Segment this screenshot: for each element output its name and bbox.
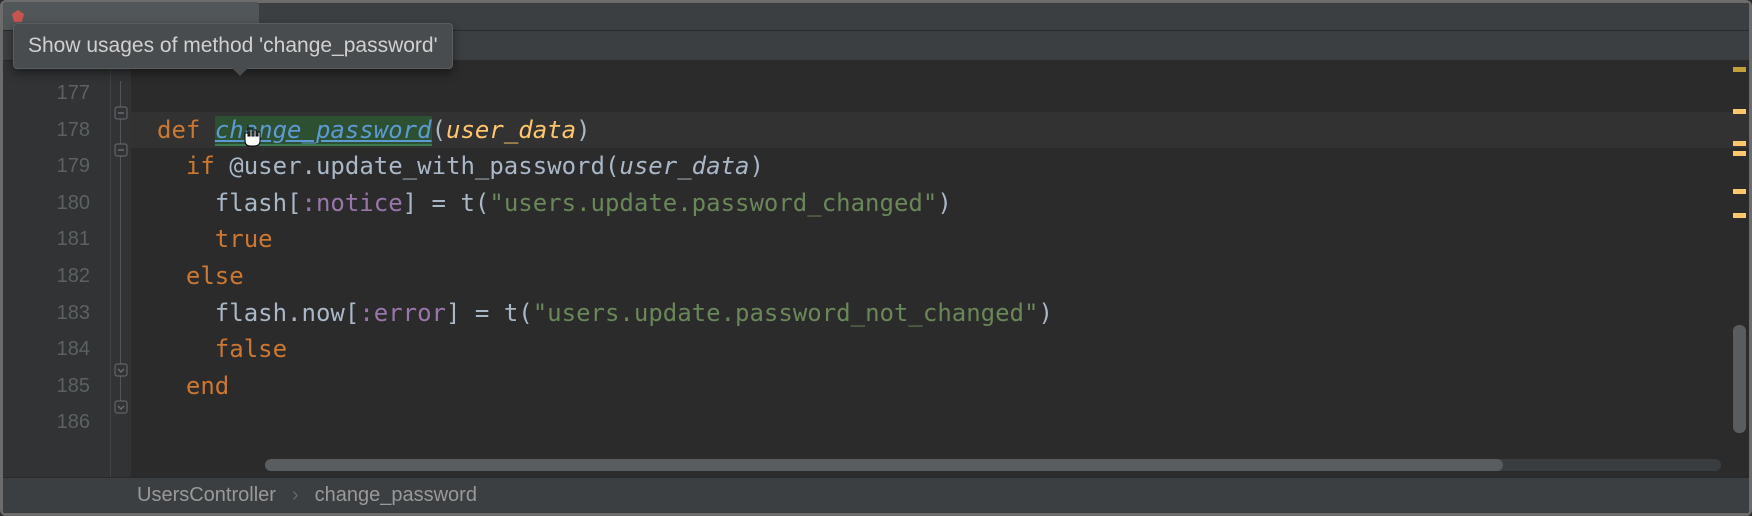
line-number: 180 xyxy=(3,185,110,222)
line-number: 178 xyxy=(3,112,110,149)
line-number: 183 xyxy=(3,295,110,332)
code-line[interactable]: def change_password(user_data) xyxy=(131,112,1749,149)
code-line[interactable]: if @user.update_with_password(user_data) xyxy=(131,148,1749,185)
breadcrumb-item[interactable]: UsersController xyxy=(137,484,276,507)
code-line[interactable] xyxy=(131,75,1749,112)
keyword-def: def xyxy=(157,116,200,144)
code-editor[interactable]: 177 178 179 180 181 182 183 184 185 186 xyxy=(3,61,1749,477)
line-number: 179 xyxy=(3,148,110,185)
gutter: 177 178 179 180 181 182 183 184 185 186 xyxy=(3,61,111,477)
tooltip-text: Show usages of method 'change_password' xyxy=(28,34,438,57)
line-number: 182 xyxy=(3,258,110,295)
line-number: 186 xyxy=(3,404,110,441)
warning-marker[interactable] xyxy=(1733,67,1746,72)
usages-tooltip: Show usages of method 'change_password' xyxy=(13,23,453,69)
code-line[interactable]: flash[:notice] = t("users.update.passwor… xyxy=(131,185,1749,222)
breadcrumb: UsersController › change_password xyxy=(3,477,1749,513)
warning-marker[interactable] xyxy=(1733,141,1746,146)
chevron-right-icon: › xyxy=(292,484,299,507)
fold-close-icon[interactable] xyxy=(114,399,128,413)
marker-strip[interactable] xyxy=(1731,61,1749,477)
method-name-link[interactable]: change_password xyxy=(215,116,432,146)
fold-toggle-icon[interactable] xyxy=(114,142,128,156)
fold-close-icon[interactable] xyxy=(114,362,128,376)
breadcrumb-item[interactable]: change_password xyxy=(315,484,477,507)
warning-marker[interactable] xyxy=(1733,109,1746,114)
code-line[interactable]: end xyxy=(131,368,1749,405)
fold-toggle-icon[interactable] xyxy=(114,105,128,119)
code-line[interactable]: flash.now[:error] = t("users.update.pass… xyxy=(131,295,1749,332)
code-line[interactable]: false xyxy=(131,331,1749,368)
warning-marker[interactable] xyxy=(1733,151,1746,156)
fold-strip xyxy=(111,61,131,477)
warning-marker[interactable] xyxy=(1733,189,1746,194)
horizontal-scrollbar[interactable] xyxy=(265,459,1721,471)
line-number: 177 xyxy=(3,75,110,112)
line-number: 181 xyxy=(3,221,110,258)
code-line[interactable]: true xyxy=(131,221,1749,258)
param: user_data xyxy=(446,116,576,144)
warning-marker[interactable] xyxy=(1733,213,1746,218)
code-line[interactable]: else xyxy=(131,258,1749,295)
code-line[interactable] xyxy=(131,404,1749,441)
scrollbar-thumb[interactable] xyxy=(265,459,1503,471)
line-number: 185 xyxy=(3,368,110,405)
ruby-file-icon xyxy=(11,9,25,23)
vertical-scrollbar-thumb[interactable] xyxy=(1733,325,1746,433)
code-area[interactable]: def change_password(user_data) if @user.… xyxy=(131,61,1749,477)
line-number: 184 xyxy=(3,331,110,368)
